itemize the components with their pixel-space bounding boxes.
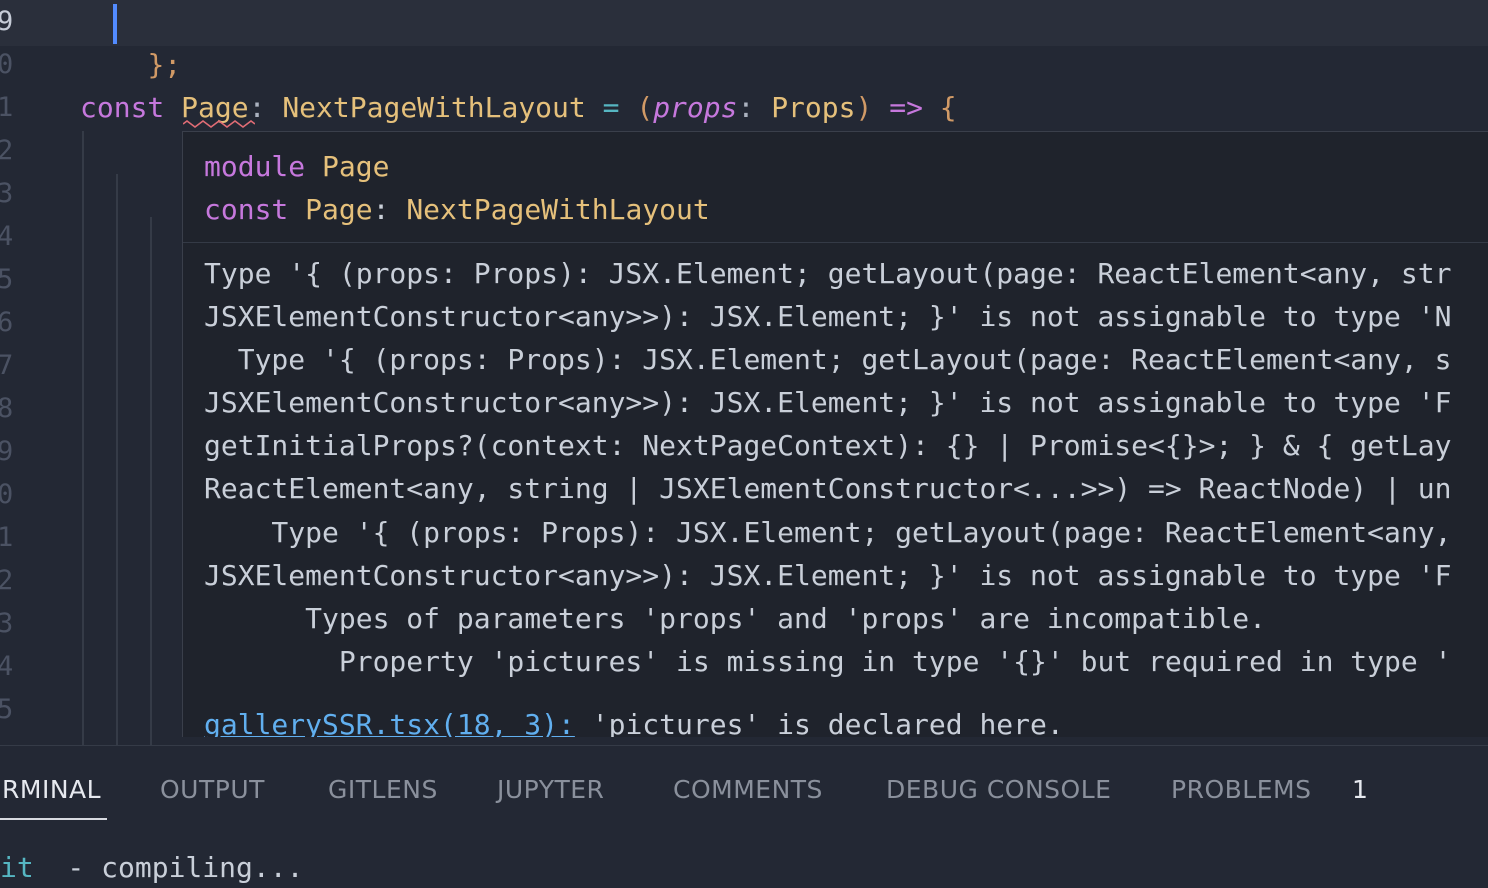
code-token-punct: : [737, 91, 755, 124]
line-number: 9 [0, 6, 14, 37]
code-token-param: props [653, 91, 738, 124]
code-token-paren: ( [636, 91, 654, 124]
line-number: 0 [0, 49, 14, 80]
signature-keyword: const [204, 193, 289, 226]
line-number: 7 [0, 350, 14, 381]
signature-line: const Page: NextPageWithLayout [204, 188, 710, 231]
error-footer: gallerySSR.tsx(18, 3): 'pictures' is dec… [204, 703, 1064, 737]
problems-count-badge: 1 [1352, 775, 1368, 804]
error-line: Type '{ (props: Props): JSX.Element; get… [204, 257, 1452, 290]
signature-line: module Page [204, 145, 389, 188]
signature-name: Page [322, 150, 390, 183]
signature-punct: : [372, 193, 390, 226]
footer-text: 'pictures' is declared here. [574, 708, 1064, 737]
code-token-operator: = [602, 91, 620, 124]
line-number: 2 [0, 135, 14, 166]
line-number: 9 [0, 436, 14, 467]
line-number: 2 [0, 565, 14, 596]
indent-guide [116, 174, 118, 745]
line-number: 8 [0, 393, 14, 424]
error-line: JSXElementConstructor<any>>): JSX.Elemen… [204, 386, 1452, 419]
error-line: Types of parameters 'props' and 'props' … [204, 602, 1267, 635]
tab-output[interactable]: OUTPUT [160, 773, 265, 807]
signature-name: Page [305, 193, 373, 226]
current-line-highlight [0, 0, 1488, 46]
line-number: 4 [0, 651, 14, 682]
line-number: 6 [0, 307, 14, 338]
error-line: Type '{ (props: Props): JSX.Element; get… [204, 343, 1452, 376]
indent-guide [82, 131, 84, 745]
text-cursor [113, 4, 117, 44]
error-line: Type '{ (props: Props): JSX.Element; get… [204, 516, 1452, 549]
code-token-type: NextPageWithLayout [282, 91, 586, 124]
line-number: 0 [0, 479, 14, 510]
line-number: 3 [0, 608, 14, 639]
code-token: }; [147, 48, 182, 81]
error-line: Property 'pictures' is missing in type '… [204, 645, 1452, 678]
tab-problems[interactable]: PROBLEMS [1171, 773, 1311, 807]
tab-debug-console[interactable]: DEBUG CONSOLE [886, 773, 1111, 807]
code-token-arrow: => [889, 91, 923, 124]
terminal-prefix: it [0, 851, 34, 884]
code-token-keyword: const [80, 91, 165, 124]
code-token-paren: ) [855, 91, 873, 124]
error-line: getInitialProps?(context: NextPageContex… [204, 429, 1452, 462]
terminal-output-line[interactable]: it - compiling... [0, 848, 303, 888]
tab-terminal[interactable]: RMINAL [2, 773, 101, 807]
signature-type: NextPageWithLayout [406, 193, 710, 226]
code-token-brace: { [939, 91, 957, 124]
error-line: JSXElementConstructor<any>>): JSX.Elemen… [204, 559, 1452, 592]
code-token-type: Props [771, 91, 856, 124]
tab-jupyter[interactable]: JUPYTER [497, 773, 604, 807]
line-number: 1 [0, 92, 14, 123]
line-number: 5 [0, 694, 14, 725]
error-line: JSXElementConstructor<any>>): JSX.Elemen… [204, 300, 1452, 333]
hover-signature: module Page const Page: NextPageWithLayo… [183, 132, 1488, 243]
error-line: ReactElement<any, string | JSXElementCon… [204, 472, 1452, 505]
hover-tooltip[interactable]: module Page const Page: NextPageWithLayo… [182, 131, 1488, 737]
terminal-text: - compiling... [33, 851, 304, 884]
code-editor[interactable]: 9 0 1 2 3 4 5 6 7 8 9 0 1 2 3 4 5 }; con… [0, 0, 1488, 745]
line-number: 1 [0, 522, 14, 553]
tab-comments[interactable]: COMMENTS [673, 773, 823, 807]
tab-gitlens[interactable]: GITLENS [328, 773, 438, 807]
signature-keyword: module [204, 150, 306, 183]
active-tab-indicator [0, 818, 107, 820]
line-number: 3 [0, 178, 14, 209]
line-number: 4 [0, 221, 14, 252]
line-number: 5 [0, 264, 14, 295]
error-squiggle [183, 120, 255, 128]
file-location-link[interactable]: gallerySSR.tsx(18, 3): [204, 708, 575, 737]
